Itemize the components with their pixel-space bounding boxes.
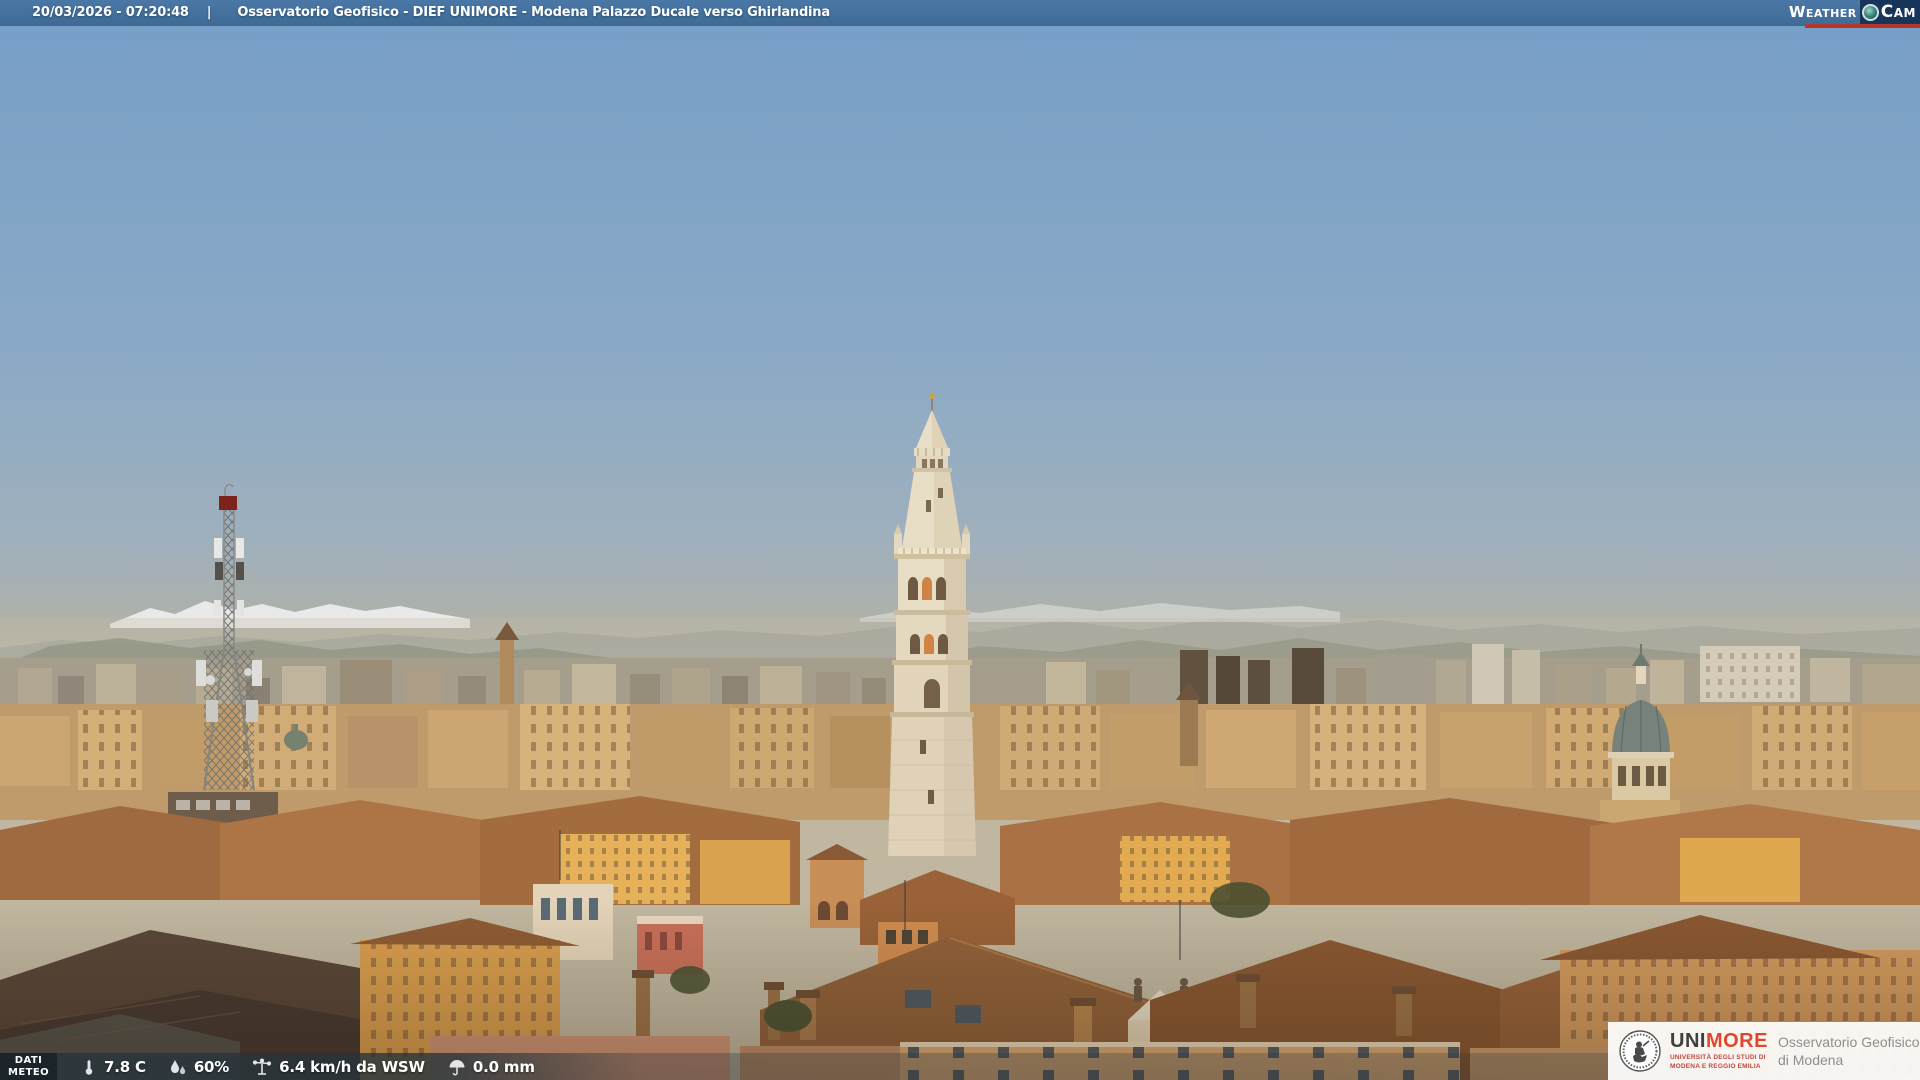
header-bar: 20/03/2026 - 07:20:48 | Osservatorio Geo…	[0, 0, 1920, 26]
weathercam-logo: Weather Cam	[1789, 0, 1920, 24]
wind-reading: 6.4 km/h da WSW	[251, 1057, 425, 1077]
weathercam-red-underline	[1805, 24, 1920, 28]
rain-umbrella-icon	[447, 1057, 467, 1077]
wordmark-more: MORE	[1706, 1030, 1768, 1052]
timestamp: 20/03/2026 - 07:20:48	[32, 5, 189, 20]
unimore-seal-icon	[1618, 1029, 1662, 1073]
unimore-wordmark: UNIMORE UNIVERSITÀ DEGLI STUDI DI MODENA…	[1670, 1031, 1768, 1070]
weathercam-cam-box: Cam	[1860, 0, 1920, 24]
weathercam-cam-label: Cam	[1881, 2, 1916, 22]
observatory-name-line2: di Modena	[1778, 1051, 1920, 1069]
observatory-name: Osservatorio Geofisico di Modena	[1778, 1033, 1920, 1069]
observatory-name-line1: Osservatorio Geofisico	[1778, 1033, 1920, 1051]
weathercam-weather-label: Weather	[1789, 3, 1860, 21]
separator: |	[207, 5, 212, 20]
university-subtitle-line2: MODENA E REGGIO EMILIA	[1670, 1063, 1768, 1071]
globe-icon	[1862, 4, 1879, 21]
webcam-photo-cityscape	[0, 0, 1920, 1080]
university-subtitle-line1: UNIVERSITÀ DEGLI STUDI DI	[1670, 1054, 1768, 1062]
precipitation-value: 0.0 mm	[473, 1058, 535, 1076]
observatory-logo-box: UNIMORE UNIVERSITÀ DEGLI STUDI DI MODENA…	[1608, 1022, 1920, 1080]
temperature-reading: 7.8 C	[80, 1057, 146, 1077]
wordmark-uni: UNI	[1670, 1030, 1706, 1052]
weather-readings: 7.8 C 60% 6.4 km/h da WSW	[80, 1053, 535, 1080]
humidity-drops-icon	[168, 1057, 188, 1077]
dati-meteo-line2: METEO	[8, 1067, 49, 1079]
anemometer-icon	[251, 1057, 273, 1077]
humidity-value: 60%	[194, 1058, 229, 1076]
humidity-reading: 60%	[168, 1057, 229, 1077]
precipitation-reading: 0.0 mm	[447, 1057, 535, 1077]
dati-meteo-line1: DATI	[15, 1055, 42, 1067]
camera-title: Osservatorio Geofisico - DIEF UNIMORE - …	[237, 5, 830, 20]
dati-meteo-label: DATI METEO	[0, 1053, 57, 1080]
thermometer-icon	[80, 1057, 98, 1077]
temperature-value: 7.8 C	[104, 1058, 146, 1076]
wind-value: 6.4 km/h da WSW	[279, 1058, 425, 1076]
webcam-frame: 20/03/2026 - 07:20:48 | Osservatorio Geo…	[0, 0, 1920, 1080]
